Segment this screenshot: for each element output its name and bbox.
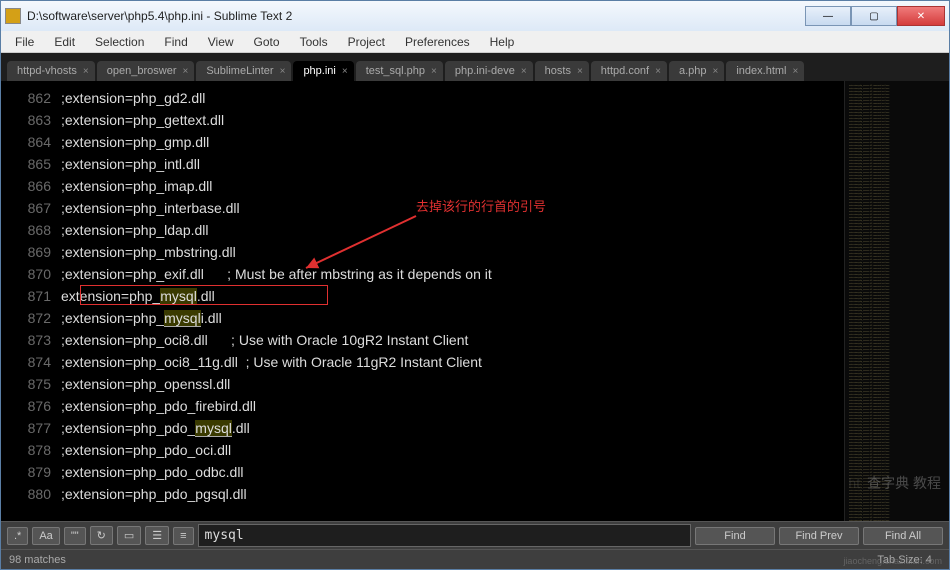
app-icon xyxy=(5,8,21,24)
tab-open-broswer[interactable]: open_broswer× xyxy=(97,61,195,81)
tab-hosts[interactable]: hosts× xyxy=(535,61,589,81)
find-insel-toggle[interactable]: ▭ xyxy=(117,526,141,545)
tab-close-icon[interactable]: × xyxy=(792,66,798,77)
menu-selection[interactable]: Selection xyxy=(85,33,154,51)
menu-find[interactable]: Find xyxy=(154,33,197,51)
find-highlight-toggle[interactable]: ☰ xyxy=(145,526,169,545)
menu-preferences[interactable]: Preferences xyxy=(395,33,480,51)
menu-tools[interactable]: Tools xyxy=(290,33,338,51)
code-area[interactable]: ;extension=php_gd2.dll;extension=php_get… xyxy=(61,81,844,521)
tab-a-php[interactable]: a.php× xyxy=(669,61,724,81)
tab-close-icon[interactable]: × xyxy=(182,66,188,77)
minimize-button[interactable]: — xyxy=(805,6,851,26)
close-button[interactable]: ✕ xyxy=(897,6,945,26)
tab-close-icon[interactable]: × xyxy=(431,66,437,77)
titlebar[interactable]: D:\software\server\php5.4\php.ini - Subl… xyxy=(1,1,949,31)
find-wrap-toggle[interactable]: ↻ xyxy=(90,526,113,545)
menu-view[interactable]: View xyxy=(198,33,244,51)
menu-help[interactable]: Help xyxy=(480,33,525,51)
find-regex-toggle[interactable]: .* xyxy=(7,527,28,545)
status-matches: 98 matches xyxy=(9,554,66,566)
tab-index-html[interactable]: index.html× xyxy=(726,61,804,81)
find-button[interactable]: Find xyxy=(695,527,775,545)
status-tabsize[interactable]: Tab Size: 4 xyxy=(877,554,931,566)
tab-close-icon[interactable]: × xyxy=(280,66,286,77)
find-prev-button[interactable]: Find Prev xyxy=(779,527,859,545)
statusbar: 98 matches Tab Size: 4 jiaocheng.chazidi… xyxy=(1,549,949,569)
findbar: .* Aa "" ↻ ▭ ☰ ≡ Find Find Prev Find All xyxy=(1,521,949,549)
find-word-toggle[interactable]: "" xyxy=(64,527,86,545)
tab-php-ini[interactable]: php.ini× xyxy=(293,61,353,81)
find-context-toggle[interactable]: ≡ xyxy=(173,527,193,545)
minimap[interactable]: extension=php_xxxxxx.dll ;comment text h… xyxy=(844,81,949,521)
editor[interactable]: 8628638648658668678688698708718728738748… xyxy=(1,81,949,521)
tabbar: httpd-vhosts×open_broswer×SublimeLinter×… xyxy=(1,53,949,81)
find-case-toggle[interactable]: Aa xyxy=(32,527,59,545)
menu-goto[interactable]: Goto xyxy=(244,33,290,51)
tab-test-sql-php[interactable]: test_sql.php× xyxy=(356,61,443,81)
tab-sublimelinter[interactable]: SublimeLinter× xyxy=(196,61,291,81)
tab-close-icon[interactable]: × xyxy=(713,66,719,77)
tab-close-icon[interactable]: × xyxy=(521,66,527,77)
tab-httpd-conf[interactable]: httpd.conf× xyxy=(591,61,667,81)
menu-file[interactable]: File xyxy=(5,33,44,51)
find-all-button[interactable]: Find All xyxy=(863,527,943,545)
tab-close-icon[interactable]: × xyxy=(655,66,661,77)
menubar: File Edit Selection Find View Goto Tools… xyxy=(1,31,949,53)
tab-close-icon[interactable]: × xyxy=(342,66,348,77)
tab-httpd-vhosts[interactable]: httpd-vhosts× xyxy=(7,61,95,81)
find-input[interactable] xyxy=(198,524,691,547)
window-title: D:\software\server\php5.4\php.ini - Subl… xyxy=(27,9,805,23)
tab-php-ini-deve[interactable]: php.ini-deve× xyxy=(445,61,533,81)
maximize-button[interactable]: ▢ xyxy=(851,6,897,26)
tab-close-icon[interactable]: × xyxy=(577,66,583,77)
menu-project[interactable]: Project xyxy=(338,33,395,51)
gutter: 8628638648658668678688698708718728738748… xyxy=(1,81,61,521)
tab-close-icon[interactable]: × xyxy=(83,66,89,77)
menu-edit[interactable]: Edit xyxy=(44,33,85,51)
